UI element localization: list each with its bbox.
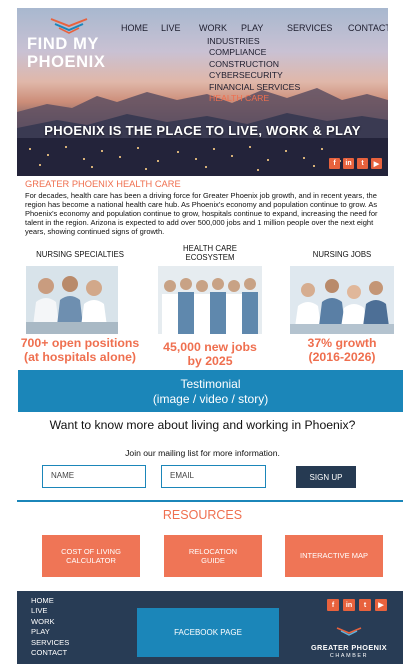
logo-text-line1: FIND MY xyxy=(27,35,100,53)
nav-play[interactable]: PLAY xyxy=(241,23,263,33)
linkedin-icon[interactable]: in xyxy=(343,158,354,169)
interactive-map-button[interactable]: INTERACTIVE MAP xyxy=(285,535,383,577)
stat-nursing-jobs: NURSING JOBS 37% growth (2016-2026) xyxy=(282,250,402,364)
email-field[interactable]: EMAIL xyxy=(161,465,266,488)
stat-health-care-ecosystem: HEALTH CARE ECOSYSTEM 45,000 new jobs by… xyxy=(150,244,270,368)
section-heading: GREATER PHOENIX HEALTH CARE xyxy=(25,179,181,189)
chamber-subname: CHAMBER xyxy=(329,653,369,659)
facebook-icon[interactable]: f xyxy=(327,599,339,611)
submenu-health-care[interactable]: HEALTH CARE xyxy=(207,93,300,104)
stat-value-line2: (at hospitals alone) xyxy=(23,350,137,364)
facebook-page-button[interactable]: FACEBOOK PAGE xyxy=(137,608,279,657)
linkedin-icon[interactable]: in xyxy=(343,599,355,611)
submenu-cybersecurity[interactable]: CYBERSECURITY xyxy=(207,70,300,81)
testimonial-subtitle: (image / video / story) xyxy=(152,391,269,406)
hero-social-links: f in t ▶ xyxy=(329,158,382,169)
nurses-photo xyxy=(26,266,118,334)
stat-nursing-specialties: NURSING SPECIALTIES 700+ open positions … xyxy=(20,250,140,364)
sign-up-button[interactable]: SIGN UP xyxy=(296,466,356,488)
hero-banner: FIND MY PHOENIX HOME LIVE WORK PLAY SERV… xyxy=(17,8,388,176)
stat-title: NURSING SPECIALTIES xyxy=(36,250,124,259)
intro-paragraph: For decades, health care has been a driv… xyxy=(25,191,378,237)
submenu-compliance[interactable]: COMPLIANCE xyxy=(207,47,300,58)
greater-phoenix-chamber-logo[interactable]: GREATER PHOENIX CHAMBER xyxy=(301,623,397,659)
footer-nav: HOME LIVE WORK PLAY SERVICES CONTACT xyxy=(31,596,69,658)
testimonial-title: Testimonial xyxy=(180,377,241,391)
newsletter-heading: Want to know more about living and worki… xyxy=(49,418,356,432)
cost-of-living-calculator-button[interactable]: COST OF LIVING CALCULATOR xyxy=(42,535,140,577)
twitter-icon[interactable]: t xyxy=(357,158,368,169)
facebook-icon[interactable]: f xyxy=(329,158,340,169)
nursing-staff-photo xyxy=(290,266,394,334)
submenu-financial-services[interactable]: FINANCIAL SERVICES xyxy=(207,82,300,93)
footer-link-home[interactable]: HOME xyxy=(31,596,69,606)
youtube-icon[interactable]: ▶ xyxy=(371,158,382,169)
stat-value-line1: 45,000 new jobs xyxy=(163,340,257,354)
twitter-icon[interactable]: t xyxy=(359,599,371,611)
youtube-icon[interactable]: ▶ xyxy=(375,599,387,611)
button-line2: CALCULATOR xyxy=(66,556,116,565)
hero-tagline: PHOENIX IS THE PLACE TO LIVE, WORK & PLA… xyxy=(44,123,361,138)
site-footer: HOME LIVE WORK PLAY SERVICES CONTACT FAC… xyxy=(17,591,403,664)
chamber-name: GREATER PHOENIX xyxy=(310,643,387,652)
relocation-guide-button[interactable]: RELOCATION GUIDE xyxy=(164,535,262,577)
nav-live[interactable]: LIVE xyxy=(161,23,181,33)
logo-text-line2: PHOENIX xyxy=(27,53,106,71)
stat-title: HEALTH CARE ECOSYSTEM xyxy=(182,244,237,262)
submenu-industries[interactable]: INDUSTRIES xyxy=(207,36,300,47)
stat-title: NURSING JOBS xyxy=(312,250,372,259)
nav-work[interactable]: WORK xyxy=(199,23,227,33)
footer-link-play[interactable]: PLAY xyxy=(31,627,69,637)
newsletter-subtitle: Join our mailing list for more informati… xyxy=(125,448,280,458)
medical-team-photo xyxy=(158,266,262,334)
chamber-wing-icon xyxy=(336,627,362,636)
button-line2: GUIDE xyxy=(201,556,225,565)
name-field[interactable]: NAME xyxy=(42,465,146,488)
button-line1: COST OF LIVING xyxy=(61,546,121,556)
footer-social-links: f in t ▶ xyxy=(327,599,387,611)
work-dropdown-menu: INDUSTRIES COMPLIANCE CONSTRUCTION CYBER… xyxy=(207,36,300,104)
footer-link-services[interactable]: SERVICES xyxy=(31,638,69,648)
button-line1: RELOCATION xyxy=(188,546,238,556)
phoenix-wing-icon xyxy=(50,18,88,34)
resources-heading: RESOURCES xyxy=(162,508,243,522)
nav-contact[interactable]: CONTACT xyxy=(348,23,388,33)
nav-services[interactable]: SERVICES xyxy=(287,23,332,33)
footer-link-work[interactable]: WORK xyxy=(31,617,69,627)
stat-value-line2: (2016-2026) xyxy=(308,350,376,364)
stat-value-line1: 700+ open positions xyxy=(20,336,140,350)
footer-link-live[interactable]: LIVE xyxy=(31,606,69,616)
footer-link-contact[interactable]: CONTACT xyxy=(31,648,69,658)
section-divider xyxy=(17,500,403,502)
testimonial-banner[interactable]: Testimonial (image / video / story) xyxy=(18,370,403,412)
stat-value-line2: by 2025 xyxy=(187,354,233,368)
submenu-construction[interactable]: CONSTRUCTION xyxy=(207,59,300,70)
nav-home[interactable]: HOME xyxy=(121,23,148,33)
stat-value-line1: 37% growth xyxy=(307,336,377,350)
